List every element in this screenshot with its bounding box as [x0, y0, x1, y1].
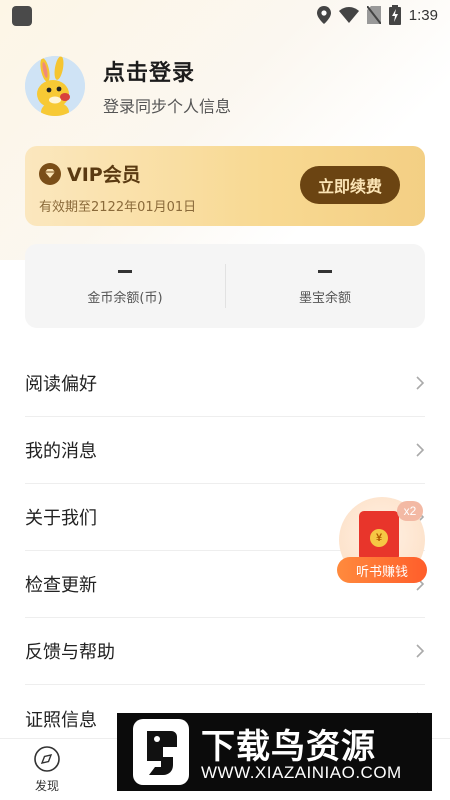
menu-item-label: 证照信息	[25, 709, 97, 731]
vip-gem-icon	[39, 162, 61, 185]
menu-item-label: 我的消息	[25, 441, 97, 462]
compass-icon	[34, 746, 60, 772]
wifi-icon	[338, 7, 359, 23]
no-sim-icon	[366, 6, 381, 24]
vip-title: VIP会员	[67, 164, 141, 186]
multiplier-badge: x2	[397, 501, 423, 521]
menu-item-label: 关于我们	[25, 508, 97, 529]
menu-item-label: 检查更新	[25, 575, 97, 596]
watermark-banner: 下载鸟资源 WWW.XIAZAINIAO.COM	[117, 713, 432, 791]
bird-logo-icon	[133, 719, 189, 785]
login-profile[interactable]: 点击登录 登录同步个人信息	[25, 55, 231, 117]
avatar[interactable]	[25, 56, 85, 116]
gold-coin-label: 金币余额(币)	[87, 291, 163, 306]
menu-item-label: 反馈与帮助	[25, 642, 115, 663]
mobao-balance[interactable]: 墨宝余额	[225, 244, 425, 328]
login-subtitle: 登录同步个人信息	[103, 97, 232, 116]
menu-item-reading-preference[interactable]: 阅读偏好	[25, 350, 425, 417]
kangaroo-avatar-icon	[25, 56, 85, 116]
mobao-value	[318, 270, 332, 273]
menu-item-my-messages[interactable]: 我的消息	[25, 417, 425, 484]
mobao-label: 墨宝余额	[298, 291, 351, 306]
login-title[interactable]: 点击登录	[103, 55, 231, 87]
chevron-right-icon	[416, 644, 425, 658]
menu-item-feedback-help[interactable]: 反馈与帮助	[25, 618, 425, 685]
balance-panel: 金币余额(币) 墨宝余额	[25, 244, 425, 328]
chevron-right-icon	[416, 376, 425, 390]
coin-icon: ¥	[370, 529, 388, 547]
chevron-right-icon	[416, 443, 425, 457]
clock: 1:39	[408, 6, 438, 24]
watermark-title: 下载鸟资源	[201, 727, 376, 767]
vip-expiry: 有效期至2122年01月01日	[39, 200, 197, 215]
location-icon	[316, 6, 331, 24]
listen-earn-label: 听书赚钱	[337, 557, 427, 583]
renew-button[interactable]: 立即续费	[300, 166, 400, 204]
watermark-url: WWW.XIAZAINIAO.COM	[201, 763, 402, 782]
status-bar: 1:39	[0, 0, 450, 32]
listen-earn-float-button[interactable]: ¥ x2 听书赚钱	[337, 497, 427, 589]
status-icons: 1:39	[316, 5, 438, 25]
tab-label: 发现	[34, 779, 59, 793]
tab-discover[interactable]: 发现	[22, 745, 72, 794]
battery-charging-icon	[388, 5, 401, 25]
menu-item-label: 阅读偏好	[25, 374, 97, 395]
vip-card[interactable]: VIP会员 有效期至2122年01月01日 立即续费	[25, 146, 425, 226]
notification-icon	[12, 6, 32, 26]
gold-coin-balance[interactable]: 金币余额(币)	[25, 244, 225, 328]
gold-coin-value	[118, 270, 132, 273]
